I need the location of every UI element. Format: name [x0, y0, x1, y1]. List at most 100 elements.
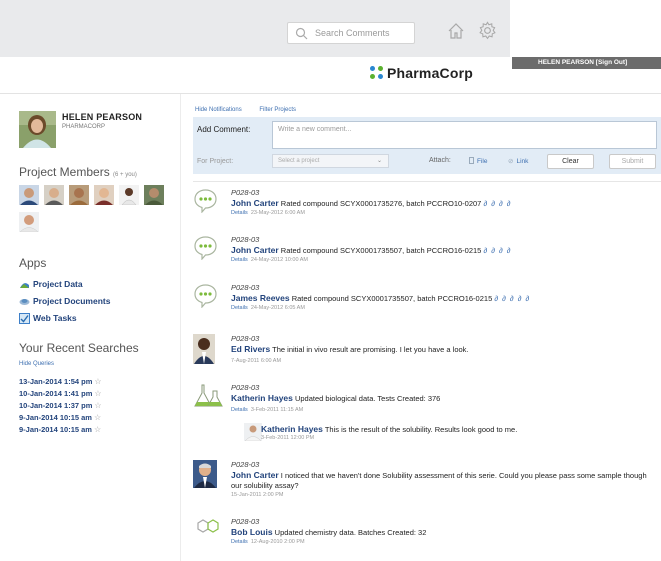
star-icon[interactable]: ☆: [94, 425, 101, 434]
feed-meta: Details 12-Aug-2010 2:00 PM: [231, 539, 305, 545]
gear-icon[interactable]: [478, 21, 497, 40]
app-project-data[interactable]: Project Data: [19, 278, 110, 290]
reply-text: Katherin Hayes This is the result of the…: [261, 424, 518, 434]
recent-searches-list: 13-Jan-2014 1:54 pm ☆ 10-Jan-2014 1:41 pm…: [19, 376, 102, 436]
rating-flasks-icon: ∂ ∂ ∂ ∂: [483, 246, 512, 255]
feed-author[interactable]: John Carter: [231, 245, 279, 255]
feed-author[interactable]: Katherin Hayes: [231, 393, 293, 403]
profile-name: HELEN PEARSON: [62, 112, 143, 122]
header-divider: [0, 93, 661, 94]
feed-item: P028-03 James Reeves Rated compound SCYX…: [193, 283, 661, 323]
reply-author[interactable]: Katherin Hayes: [261, 424, 323, 434]
feed-item: P028-03 Katherin Hayes Updated biologica…: [193, 383, 661, 423]
search-icon: [295, 27, 308, 40]
feed-item: P028-03 John Carter I noticed that we ha…: [193, 460, 661, 506]
feed-text: John Carter I noticed that we haven't do…: [231, 470, 647, 490]
feed-text: James Reeves Rated compound SCYX00017355…: [231, 293, 531, 303]
hide-notifications-link[interactable]: Hide Notifications: [195, 107, 242, 113]
recent-searches-heading: Your Recent Searches: [19, 341, 139, 355]
feed-project: P028-03: [231, 334, 260, 343]
star-icon[interactable]: ☆: [94, 377, 101, 386]
member-avatar[interactable]: [94, 185, 114, 205]
profile-avatar[interactable]: [19, 111, 56, 148]
person-photo[interactable]: [193, 334, 215, 364]
member-avatar[interactable]: [119, 185, 139, 205]
apps-heading: Apps: [19, 256, 47, 270]
documents-icon: [19, 298, 30, 305]
attach-file-button[interactable]: File: [469, 157, 487, 165]
feed-meta: 7-Aug-2011 6:00 AM: [231, 358, 282, 364]
feed-text: Katherin Hayes Updated biological data. …: [231, 393, 441, 403]
flask-icon: [194, 384, 223, 407]
feed-project: P028-03: [231, 460, 260, 469]
app-web-tasks[interactable]: Web Tasks: [19, 312, 110, 324]
member-avatar[interactable]: [19, 185, 39, 205]
member-avatar[interactable]: [44, 185, 64, 205]
clear-button[interactable]: Clear: [547, 154, 594, 169]
project-select[interactable]: Select a project ⌄: [272, 154, 389, 168]
user-bar: HELEN PEARSON [Sign Out]: [512, 57, 661, 69]
brand-logo: PharmaCorp: [370, 63, 473, 83]
submit-button[interactable]: Submit: [609, 154, 656, 169]
recent-search-item[interactable]: 13-Jan-2014 1:54 pm ☆: [19, 376, 102, 388]
star-icon[interactable]: ☆: [94, 401, 101, 410]
add-comment-panel: Add Comment: Write a new comment... For …: [193, 117, 661, 174]
profile-org: PHARMACORP: [62, 124, 106, 130]
recent-search-item[interactable]: 9-Jan-2014 10:15 am ☆: [19, 412, 102, 424]
recent-search-item[interactable]: 10-Jan-2014 1:41 pm ☆: [19, 388, 102, 400]
feed-author[interactable]: Bob Louis: [231, 527, 273, 537]
star-icon[interactable]: ☆: [94, 389, 101, 398]
home-icon[interactable]: [447, 22, 465, 40]
search-placeholder: Search Comments: [315, 28, 390, 38]
feed-item: P028-03 John Carter Rated compound SCYX0…: [193, 235, 661, 275]
reply-meta: 3-Feb-2011 12:00 PM: [261, 435, 315, 441]
for-project-label: For Project:: [197, 158, 234, 165]
recent-search-item[interactable]: 9-Jan-2014 10:15 am ☆: [19, 424, 102, 436]
details-link[interactable]: Details: [231, 257, 248, 263]
feed-project: P028-03: [231, 235, 260, 244]
members-count: (6 + you): [113, 172, 137, 178]
member-avatar[interactable]: [144, 185, 164, 205]
feed-author[interactable]: Ed Rivers: [231, 344, 270, 354]
link-icon: ⊘: [508, 158, 514, 165]
details-link[interactable]: Details: [231, 539, 248, 545]
sign-out-link[interactable]: [Sign Out]: [596, 59, 627, 66]
top-bar: Search Comments: [0, 0, 510, 57]
star-icon[interactable]: ☆: [94, 413, 101, 422]
feed-item: P028-03 Bob Louis Updated chemistry data…: [193, 517, 661, 557]
feed-meta: Details 3-Feb-2011 11:15 AM: [231, 407, 304, 413]
feed-meta: 15-Jan-2011 2:00 PM: [231, 492, 284, 498]
hide-queries-link[interactable]: Hide Queries: [19, 361, 54, 367]
feed-author[interactable]: James Reeves: [231, 293, 290, 303]
feed-text: Ed Rivers The initial in vivo result are…: [231, 344, 469, 354]
feed-author[interactable]: John Carter: [231, 198, 279, 208]
project-select-placeholder: Select a project: [278, 158, 320, 164]
chat-bubble-icon: [194, 189, 217, 213]
chat-bubble-icon: [194, 236, 217, 260]
member-avatar[interactable]: [69, 185, 89, 205]
search-input[interactable]: Search Comments: [287, 22, 415, 44]
feed-meta: Details 23-May-2012 6:00 AM: [231, 210, 305, 216]
person-photo[interactable]: [193, 460, 217, 488]
recent-search-item[interactable]: 10-Jan-2014 1:37 pm ☆: [19, 400, 102, 412]
apps-list: Project Data Project Documents Web Tasks: [19, 278, 110, 329]
file-icon: [469, 157, 474, 164]
details-link[interactable]: Details: [231, 305, 248, 311]
comment-input[interactable]: Write a new comment...: [272, 121, 657, 149]
data-icon: [20, 282, 29, 288]
tasks-icon: [19, 312, 30, 324]
logo-dots-icon: [370, 66, 384, 80]
feed-author[interactable]: John Carter: [231, 470, 279, 480]
details-link[interactable]: Details: [231, 210, 248, 216]
member-avatar[interactable]: [19, 212, 39, 232]
filter-projects-link[interactable]: Filter Projects: [259, 107, 296, 113]
attach-label: Attach:: [429, 157, 451, 164]
person-photo[interactable]: [244, 423, 262, 441]
details-link[interactable]: Details: [231, 407, 248, 413]
molecule-icon: [197, 519, 219, 533]
feed-project: P028-03: [231, 188, 260, 197]
add-comment-label: Add Comment:: [197, 125, 251, 134]
app-project-documents[interactable]: Project Documents: [19, 295, 110, 307]
attach-link-button[interactable]: ⊘ Link: [508, 157, 528, 165]
feed-text: John Carter Rated compound SCYX000173527…: [231, 198, 512, 208]
